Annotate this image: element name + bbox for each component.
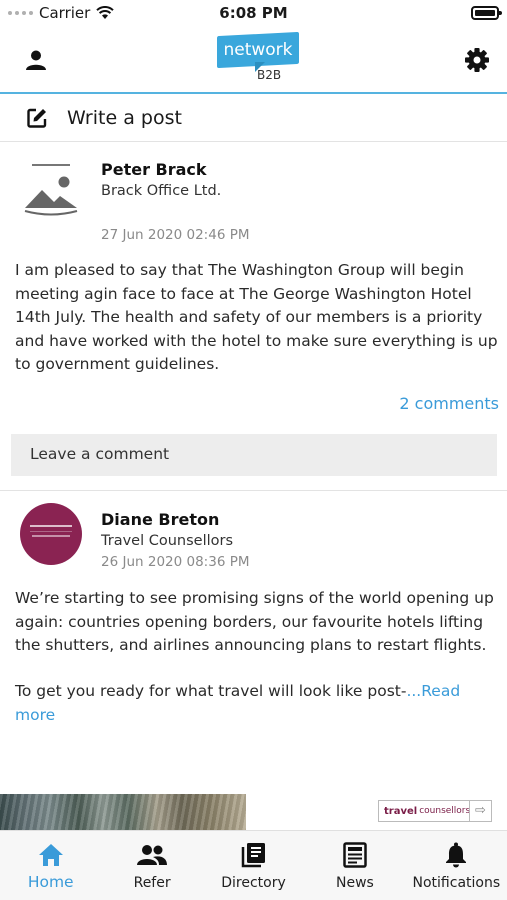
leave-comment-placeholder: Leave a comment bbox=[30, 445, 170, 463]
user-icon[interactable] bbox=[22, 46, 50, 74]
comments-link[interactable]: 2 comments bbox=[399, 394, 499, 413]
post-company: Travel Counsellors bbox=[101, 533, 234, 549]
post-date: 26 Jun 2020 08:36 PM bbox=[101, 554, 250, 570]
network-b2b-logo: network B2B bbox=[217, 31, 301, 86]
post-body-text: To get you ready for what travel will lo… bbox=[15, 682, 407, 700]
arrow-right-icon: ⇨ bbox=[469, 801, 491, 821]
post-body: We’re starting to see promising signs of… bbox=[15, 589, 494, 654]
post-author[interactable]: Peter Brack bbox=[101, 160, 207, 179]
tab-bar: Home Refer Directory News Notifications bbox=[0, 830, 507, 900]
post-body-continued: To get you ready for what travel will lo… bbox=[15, 680, 501, 727]
tab-refer[interactable]: Refer bbox=[101, 831, 202, 900]
status-time: 6:08 PM bbox=[219, 4, 288, 22]
tab-label: News bbox=[336, 875, 374, 891]
home-icon bbox=[38, 842, 64, 868]
app-header: network B2B bbox=[0, 28, 507, 94]
logo-sub: B2B bbox=[257, 68, 282, 82]
book-icon bbox=[241, 842, 267, 868]
tab-label: Refer bbox=[133, 875, 171, 891]
ad-banner-image[interactable] bbox=[0, 794, 246, 830]
tab-home[interactable]: Home bbox=[0, 831, 101, 900]
tab-directory[interactable]: Directory bbox=[203, 831, 304, 900]
image-placeholder-icon bbox=[22, 160, 80, 220]
newspaper-icon bbox=[343, 842, 367, 868]
post-company: Brack Office Ltd. bbox=[101, 183, 222, 199]
tab-label: Directory bbox=[221, 875, 286, 891]
write-post-button[interactable]: Write a post bbox=[0, 96, 507, 142]
travel-counsellors-ad-logo[interactable]: travel counsellors ⇨ bbox=[378, 800, 492, 822]
ad-brand-light: counsellors bbox=[419, 806, 471, 816]
tab-label: Notifications bbox=[412, 875, 501, 891]
post-author[interactable]: Diane Breton bbox=[101, 510, 219, 529]
status-bar: Carrier 6:08 PM bbox=[0, 0, 507, 28]
gear-icon[interactable] bbox=[463, 46, 491, 74]
leave-comment-input[interactable]: Leave a comment bbox=[11, 434, 497, 476]
tab-label: Home bbox=[27, 873, 74, 891]
bell-icon bbox=[445, 842, 467, 868]
logo-word: network bbox=[223, 40, 293, 60]
tab-notifications[interactable]: Notifications bbox=[406, 831, 507, 900]
people-icon bbox=[137, 842, 168, 868]
battery-icon bbox=[471, 6, 502, 20]
post-body: I am pleased to say that The Washington … bbox=[15, 261, 498, 373]
edit-icon bbox=[27, 108, 47, 128]
post-divider bbox=[0, 490, 507, 491]
tab-news[interactable]: News bbox=[304, 831, 405, 900]
post-date: 27 Jun 2020 02:46 PM bbox=[101, 227, 250, 243]
write-post-label: Write a post bbox=[67, 107, 182, 129]
ad-brand-bold: travel bbox=[384, 805, 418, 817]
avatar[interactable] bbox=[20, 503, 82, 565]
